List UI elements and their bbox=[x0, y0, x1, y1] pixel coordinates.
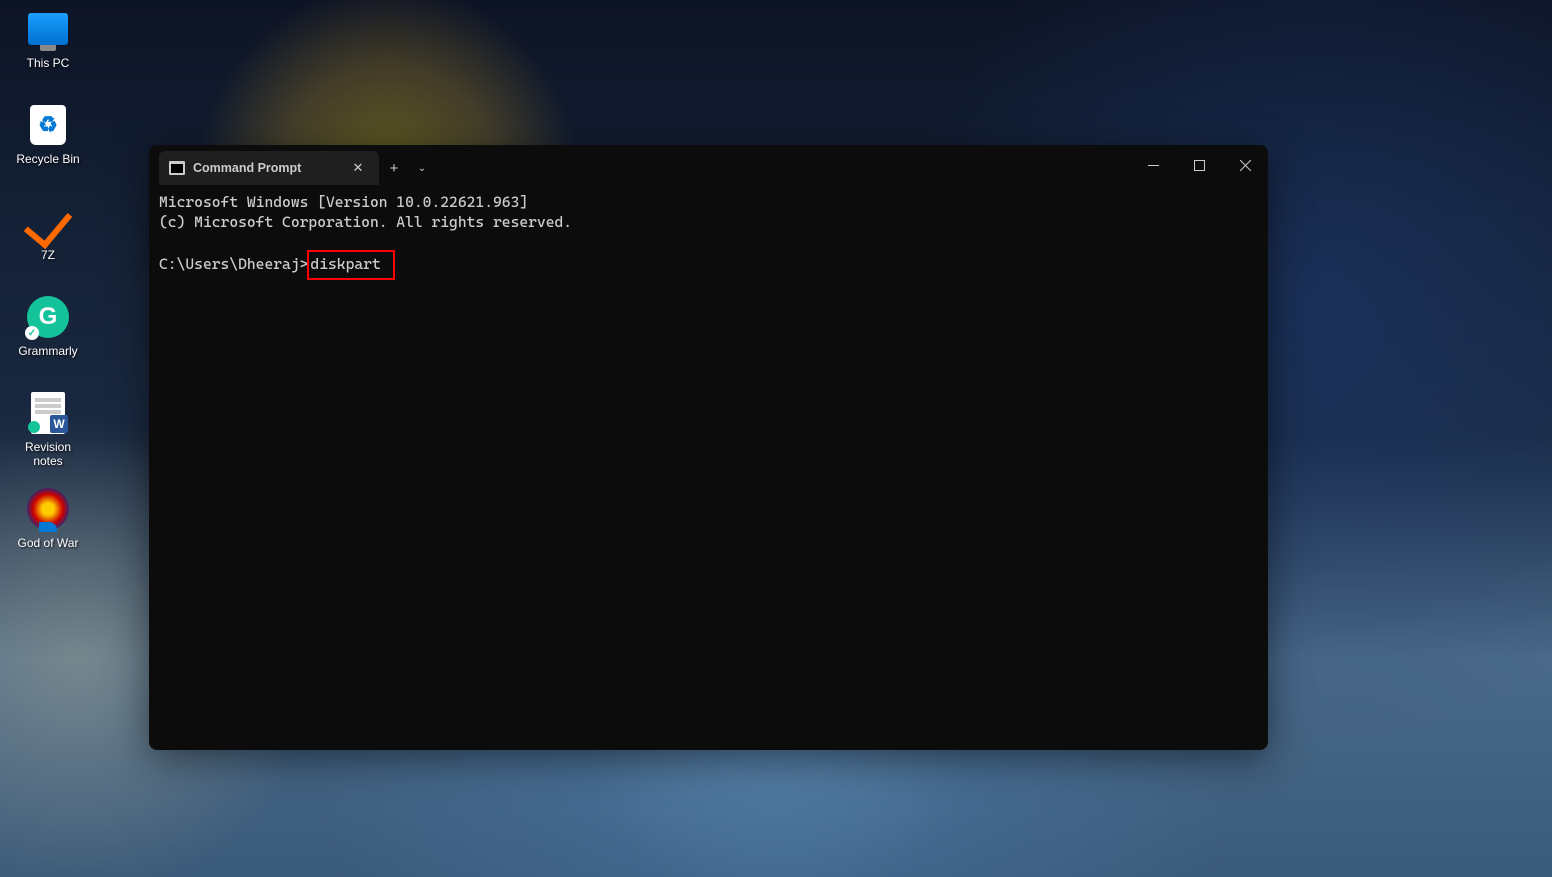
word-document-icon bbox=[25, 390, 71, 436]
version-line: Microsoft Windows [Version 10.0.22621.96… bbox=[159, 193, 1258, 213]
seven-z-icon[interactable]: 7Z bbox=[10, 198, 86, 286]
icon-label: Revision notes bbox=[10, 440, 86, 469]
command-prompt-window: Command Prompt ✕ + ⌄ Microsoft Windows [… bbox=[149, 145, 1268, 750]
copyright-line: (c) Microsoft Corporation. All rights re… bbox=[159, 213, 1258, 233]
titlebar[interactable]: Command Prompt ✕ + ⌄ bbox=[149, 145, 1268, 185]
icon-label: This PC bbox=[10, 56, 86, 70]
revision-notes-icon[interactable]: Revision notes bbox=[10, 390, 86, 478]
active-tab[interactable]: Command Prompt ✕ bbox=[159, 151, 379, 185]
prompt-path: C:\Users\Dheeraj> bbox=[159, 255, 308, 273]
terminal-body[interactable]: Microsoft Windows [Version 10.0.22621.96… bbox=[149, 185, 1268, 750]
tab-close-button[interactable]: ✕ bbox=[347, 157, 369, 179]
icon-label: 7Z bbox=[10, 248, 86, 262]
prompt-line: C:\Users\Dheeraj>diskpart bbox=[159, 250, 1258, 280]
grammarly-icon[interactable]: G Grammarly bbox=[10, 294, 86, 382]
desktop-icons-area: This PC ♻ Recycle Bin 7Z G Grammarly Rev… bbox=[0, 0, 96, 588]
this-pc-icon[interactable]: This PC bbox=[10, 6, 86, 94]
maximize-icon bbox=[1194, 160, 1205, 171]
tab-dropdown-button[interactable]: ⌄ bbox=[409, 151, 435, 185]
close-button[interactable] bbox=[1222, 145, 1268, 185]
monitor-icon bbox=[25, 6, 71, 52]
tab-title: Command Prompt bbox=[193, 161, 301, 175]
recycle-bin-icon[interactable]: ♻ Recycle Bin bbox=[10, 102, 86, 190]
game-icon bbox=[25, 486, 71, 532]
window-controls bbox=[1130, 145, 1268, 185]
checkmark-icon bbox=[25, 198, 71, 244]
minimize-button[interactable] bbox=[1130, 145, 1176, 185]
minimize-icon bbox=[1148, 160, 1159, 171]
maximize-button[interactable] bbox=[1176, 145, 1222, 185]
highlighted-command: diskpart bbox=[307, 250, 394, 280]
bin-icon: ♻ bbox=[25, 102, 71, 148]
icon-label: Recycle Bin bbox=[10, 152, 86, 166]
god-of-war-icon[interactable]: God of War bbox=[10, 486, 86, 574]
close-icon bbox=[1240, 160, 1251, 171]
grammarly-logo-icon: G bbox=[25, 294, 71, 340]
terminal-icon bbox=[169, 161, 185, 175]
icon-label: God of War bbox=[10, 536, 86, 550]
new-tab-button[interactable]: + bbox=[379, 151, 409, 185]
command-text: diskpart bbox=[310, 255, 380, 273]
icon-label: Grammarly bbox=[10, 344, 86, 358]
